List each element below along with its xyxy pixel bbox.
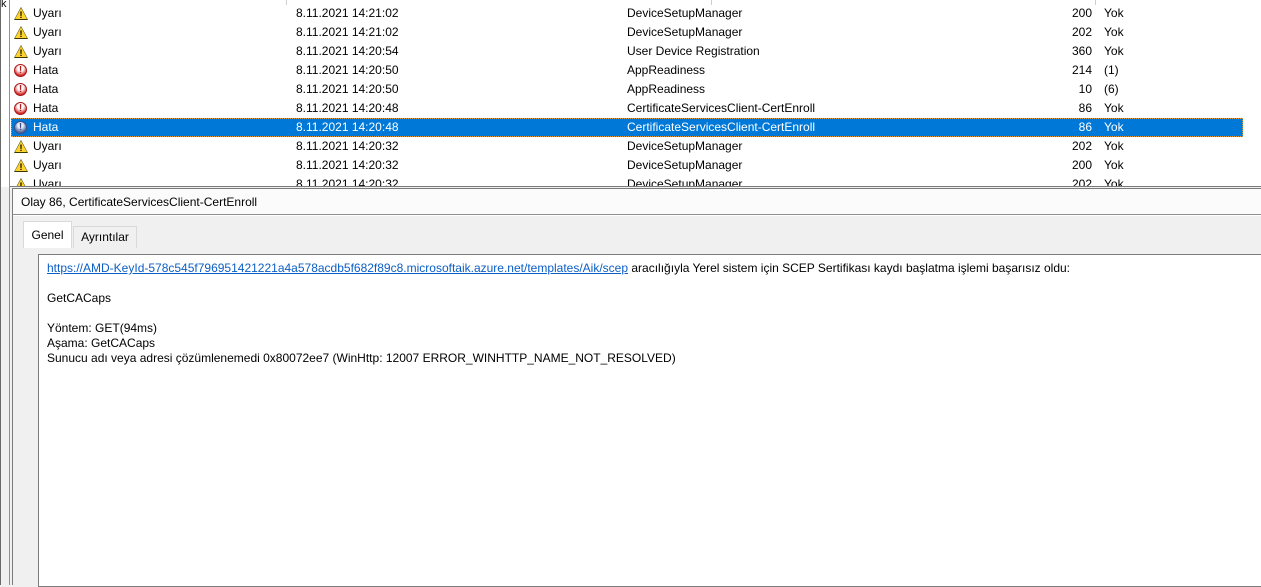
task-category-cell: (1) xyxy=(1104,63,1119,77)
event-id-cell: 10 xyxy=(1078,82,1092,96)
tab-general[interactable]: Genel xyxy=(23,221,72,248)
event-id-cell: 86 xyxy=(1078,101,1092,115)
source-cell: AppReadiness xyxy=(627,63,706,77)
event-id-cell: 202 xyxy=(1071,177,1092,187)
level-cell: Uyarı xyxy=(33,44,62,58)
scep-url-link[interactable]: https://AMD-KeyId-578c545f796951421221a4… xyxy=(47,261,628,275)
level-cell: Uyarı xyxy=(33,158,62,172)
event-id-cell: 200 xyxy=(1071,158,1092,172)
event-id-cell: 214 xyxy=(1071,63,1092,77)
event-row[interactable]: Hata 8.11.2021 14:20:48 CertificateServi… xyxy=(11,118,1243,137)
datetime-cell: 8.11.2021 14:20:32 xyxy=(296,177,399,187)
task-category-cell: Yok xyxy=(1104,44,1124,58)
task-category-cell: Yok xyxy=(1104,120,1124,134)
source-cell: DeviceSetupManager xyxy=(627,158,743,172)
event-preview-pane: Olay 86, CertificateServicesClient-CertE… xyxy=(12,188,1261,587)
event-id-cell: 202 xyxy=(1071,25,1092,39)
source-cell: AppReadiness xyxy=(627,82,706,96)
event-row[interactable]: Uyarı 8.11.2021 14:21:02 DeviceSetupMana… xyxy=(11,23,1243,42)
event-id-cell: 202 xyxy=(1071,139,1092,153)
source-cell: CertificateServicesClient-CertEnroll xyxy=(627,120,816,134)
task-category-cell: Yok xyxy=(1104,101,1124,115)
source-cell: DeviceSetupManager xyxy=(627,139,743,153)
tree-pane-divider[interactable] xyxy=(9,0,10,585)
warning-icon xyxy=(14,26,28,39)
window-left-edge xyxy=(0,0,1,585)
warning-icon xyxy=(14,140,28,153)
header-separator xyxy=(13,214,1261,215)
event-description-box: https://AMD-KeyId-578c545f796951421221a4… xyxy=(38,254,1261,587)
tree-pane-gutter xyxy=(1,0,9,187)
task-category-cell: Yok xyxy=(1104,158,1124,172)
level-cell: Hata xyxy=(33,101,59,115)
warning-icon xyxy=(14,45,28,58)
datetime-cell: 8.11.2021 14:20:48 xyxy=(296,120,399,134)
task-category-cell: Yok xyxy=(1104,6,1124,20)
level-cell: Uyarı xyxy=(33,139,62,153)
error-icon xyxy=(14,83,27,96)
level-cell: Uyarı xyxy=(33,6,62,20)
description-lead-text: aracılığıyla Yerel sistem için SCEP Sert… xyxy=(628,261,1071,275)
cut-off-tree-text: k xyxy=(1,0,7,10)
event-row[interactable]: Uyarı 8.11.2021 14:20:32 DeviceSetupMana… xyxy=(11,156,1243,175)
source-cell: User Device Registration xyxy=(627,44,760,58)
preview-pane-title: Olay 86, CertificateServicesClient-CertE… xyxy=(21,195,258,209)
event-row[interactable]: Uyarı 8.11.2021 14:20:32 DeviceSetupMana… xyxy=(11,137,1243,156)
datetime-cell: 8.11.2021 14:21:02 xyxy=(296,25,399,39)
event-row[interactable]: Hata 8.11.2021 14:20:48 CertificateServi… xyxy=(11,99,1243,118)
event-row[interactable]: Uyarı 8.11.2021 14:20:54 User Device Reg… xyxy=(11,42,1243,61)
level-cell: Hata xyxy=(33,120,59,134)
event-row[interactable]: Uyarı 8.11.2021 14:20:32 DeviceSetupMana… xyxy=(11,175,1243,187)
datetime-cell: 8.11.2021 14:20:32 xyxy=(296,139,399,153)
event-row[interactable]: Hata 8.11.2021 14:20:50 AppReadiness 10 … xyxy=(11,80,1243,99)
event-row[interactable]: Uyarı 8.11.2021 14:21:02 DeviceSetupMana… xyxy=(11,4,1243,23)
event-id-cell: 360 xyxy=(1071,44,1092,58)
task-category-cell: Yok xyxy=(1104,25,1124,39)
event-list[interactable]: Uyarı 8.11.2021 14:21:02 DeviceSetupMana… xyxy=(10,0,1261,187)
level-cell: Uyarı xyxy=(33,25,62,39)
event-row[interactable]: Hata 8.11.2021 14:20:50 AppReadiness 214… xyxy=(11,61,1243,80)
datetime-cell: 8.11.2021 14:20:32 xyxy=(296,158,399,172)
event-id-cell: 86 xyxy=(1078,120,1092,134)
preview-pane-header: Olay 86, CertificateServicesClient-CertE… xyxy=(13,189,1261,214)
description-body-text: GetCACaps Yöntem: GET(94ms) Aşama: GetCA… xyxy=(47,291,676,365)
warning-icon xyxy=(14,7,28,20)
datetime-cell: 8.11.2021 14:20:50 xyxy=(296,82,399,96)
datetime-cell: 8.11.2021 14:20:54 xyxy=(296,44,399,58)
task-category-cell: Yok xyxy=(1104,177,1124,187)
level-cell: Uyarı xyxy=(33,177,62,187)
event-id-cell: 200 xyxy=(1071,6,1092,20)
datetime-cell: 8.11.2021 14:20:48 xyxy=(296,101,399,115)
source-cell: DeviceSetupManager xyxy=(627,177,743,187)
source-cell: CertificateServicesClient-CertEnroll xyxy=(627,101,816,115)
level-cell: Hata xyxy=(33,63,59,77)
error-icon xyxy=(14,102,27,115)
source-cell: DeviceSetupManager xyxy=(627,25,743,39)
error-icon xyxy=(14,64,27,77)
error-icon xyxy=(14,121,27,134)
warning-icon xyxy=(14,159,28,172)
warning-icon xyxy=(14,178,28,186)
level-cell: Hata xyxy=(33,82,59,96)
datetime-cell: 8.11.2021 14:20:50 xyxy=(296,63,399,77)
source-cell: DeviceSetupManager xyxy=(627,6,743,20)
task-category-cell: Yok xyxy=(1104,139,1124,153)
datetime-cell: 8.11.2021 14:21:02 xyxy=(296,6,399,20)
tab-details[interactable]: Ayrıntılar xyxy=(73,226,137,248)
task-category-cell: (6) xyxy=(1104,82,1119,96)
